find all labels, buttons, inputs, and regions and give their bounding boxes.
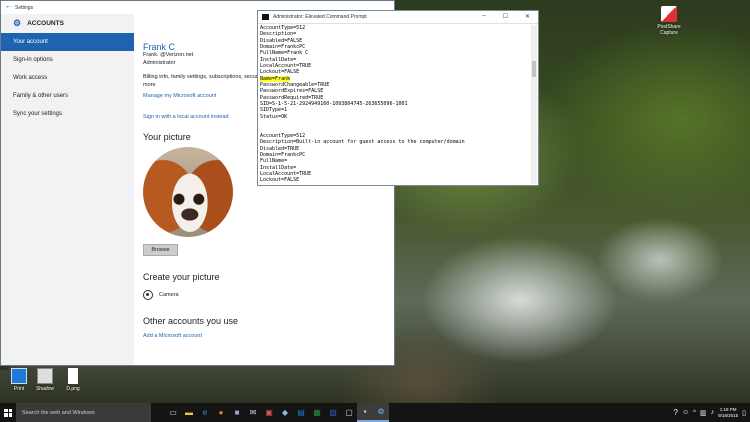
clock-date: 9/18/2015 (718, 412, 739, 418)
outlook-icon[interactable]: ▤ (293, 403, 309, 422)
gear-icon: ⚙ (13, 18, 22, 28)
file-icon (68, 368, 78, 384)
cmd-block-1: AccountType=512 Description= Disabled=FALS… (260, 25, 530, 76)
people-icon[interactable]: ☺ (682, 409, 689, 416)
cmd-output[interactable]: AccountType=512 Description= Disabled=FALS… (259, 25, 530, 184)
scrollbar-thumb[interactable] (532, 61, 536, 77)
sidebar-item-work-access[interactable]: Work access (1, 69, 134, 87)
command-prompt-window: Administrator: Elevated Command Prompt –… (257, 10, 539, 186)
camera-option[interactable]: Camera (143, 289, 394, 300)
system-tray: ? ☺ ^ ▥ ♪ 1:18 PM 9/18/2015 ▯ (674, 403, 750, 422)
search-placeholder: Search the web and Windows (22, 409, 95, 416)
excel-icon[interactable]: ▦ (309, 403, 325, 422)
cmd-title: Administrator: Elevated Command Prompt (273, 14, 367, 20)
clock[interactable]: 1:18 PM 9/18/2015 (718, 407, 738, 419)
mail-icon[interactable]: ✉ (245, 403, 261, 422)
window-icon[interactable]: ▢ (341, 403, 357, 422)
cmd-scrollbar[interactable] (531, 25, 537, 184)
close-button[interactable]: ✕ (525, 13, 530, 20)
store-icon[interactable]: ■ (229, 403, 245, 422)
search-box[interactable]: Search the web and Windows (16, 403, 151, 422)
desktop-icon-postshare[interactable]: PostShare Capture (654, 6, 684, 36)
postshare-icon (661, 6, 677, 22)
other-accounts-heading: Other accounts you use (143, 315, 239, 326)
notifications-icon[interactable]: ▯ (742, 409, 746, 417)
task-view-icon[interactable]: ▭ (165, 403, 181, 422)
firefox-icon[interactable]: ● (213, 403, 229, 422)
windows-logo-icon (4, 408, 12, 417)
printer-icon (37, 368, 53, 384)
start-button[interactable] (0, 403, 16, 422)
taskbar: Search the web and Windows ▭ ▬ e ● ■ ✉ ▣… (0, 403, 750, 422)
chevron-up-icon[interactable]: ^ (693, 410, 696, 416)
clock-time: 1:18 PM (719, 406, 737, 412)
create-picture-heading: Create your picture (143, 271, 220, 282)
folder-icon[interactable]: ▬ (181, 403, 197, 422)
camera-icon (143, 289, 153, 300)
cmd-block-2: PasswordChangeable=TRUE PasswordExpires=F… (260, 82, 530, 184)
back-arrow-icon[interactable]: ← (5, 3, 12, 10)
console-icon (262, 14, 269, 20)
cmd-titlebar: Administrator: Elevated Command Prompt –… (258, 11, 538, 24)
edge-icon[interactable]: e (197, 403, 213, 422)
help-icon[interactable]: ? (674, 408, 678, 417)
maximize-button[interactable]: ☐ (503, 13, 508, 20)
app-icon[interactable]: ◆ (277, 403, 293, 422)
sidebar-item-your-account[interactable]: Your account (1, 33, 134, 51)
settings-taskbar-icon[interactable]: ⚙ (373, 403, 389, 422)
monitor-icon (11, 368, 27, 384)
sidebar-item-sync-settings[interactable]: Sync your settings (1, 105, 134, 123)
photos-icon[interactable]: ▣ (261, 403, 277, 422)
network-icon[interactable]: ▥ (700, 409, 707, 417)
avatar (143, 146, 233, 237)
volume-icon[interactable]: ♪ (711, 409, 715, 416)
sidebar-item-sign-in-options[interactable]: Sign-in options (1, 51, 134, 69)
accounts-header: ⚙ ACCOUNTS (13, 18, 64, 28)
settings-title: Settings (15, 4, 34, 11)
settings-sidebar: ⚙ ACCOUNTS Your account Sign-in options … (1, 14, 134, 365)
add-microsoft-account-link[interactable]: Add a Microsoft account (143, 333, 394, 339)
sidebar-item-family-other-users[interactable]: Family & other users (1, 87, 134, 105)
cmd-taskbar-icon[interactable]: ▪ (357, 403, 373, 422)
word-icon[interactable]: ▧ (325, 403, 341, 422)
browse-button[interactable]: Browse (143, 243, 178, 256)
desktop-icon-3[interactable]: D.png (58, 368, 88, 392)
minimize-button[interactable]: – (482, 13, 485, 20)
desktop-icon-2[interactable]: Shadow (30, 368, 60, 392)
